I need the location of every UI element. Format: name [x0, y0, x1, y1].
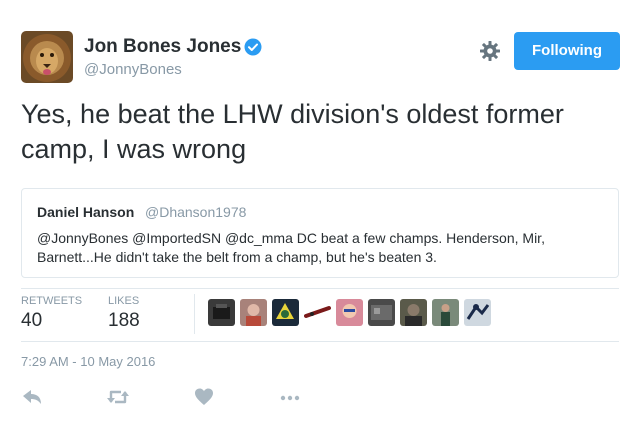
likes-label[interactable]: LIKES — [108, 295, 139, 307]
retweets-count[interactable]: 40 — [21, 310, 42, 332]
liker-avatar-4[interactable] — [304, 299, 331, 326]
divider — [21, 341, 619, 342]
retweets-label[interactable]: RETWEETS — [21, 295, 82, 307]
tweet-text: Yes, he beat the LHW division's oldest f… — [21, 99, 564, 164]
quoted-tweet-text: @JonnyBones @ImportedSN @dc_mma DC beat … — [37, 230, 545, 265]
following-button[interactable]: Following — [514, 32, 620, 70]
liker-avatar-5[interactable] — [336, 299, 363, 326]
author-handle[interactable]: @JonnyBones — [84, 61, 182, 78]
quoted-author-handle[interactable]: @Dhanson1978 — [145, 204, 246, 220]
tweet-card: Jon Bones Jones @JonnyBones Following Ye — [0, 0, 640, 427]
stats-separator — [194, 294, 195, 334]
liker-avatar-7[interactable] — [400, 299, 427, 326]
quoted-tweet[interactable]: Daniel Hanson @Dhanson1978 @JonnyBones @… — [21, 188, 619, 278]
liker-avatar-8[interactable] — [432, 299, 459, 326]
more-icon[interactable] — [279, 386, 301, 408]
liker-avatar-6[interactable] — [368, 299, 395, 326]
tweet-timestamp[interactable]: 7:29 AM - 10 May 2016 — [21, 354, 155, 369]
retweet-icon[interactable] — [106, 386, 129, 408]
liker-avatar-3[interactable] — [272, 299, 299, 326]
likes-count[interactable]: 188 — [108, 310, 140, 332]
liker-avatar-1[interactable] — [208, 299, 235, 326]
liker-avatar-9[interactable] — [464, 299, 491, 326]
author-name[interactable]: Jon Bones Jones — [84, 36, 241, 58]
reply-icon[interactable] — [21, 386, 43, 408]
verified-badge-icon — [244, 38, 262, 56]
lion-avatar[interactable] — [21, 31, 73, 83]
liker-avatar-2[interactable] — [240, 299, 267, 326]
like-icon[interactable] — [193, 386, 215, 408]
divider — [21, 288, 619, 289]
gear-icon[interactable] — [479, 40, 501, 62]
quoted-author-name[interactable]: Daniel Hanson — [37, 204, 134, 220]
